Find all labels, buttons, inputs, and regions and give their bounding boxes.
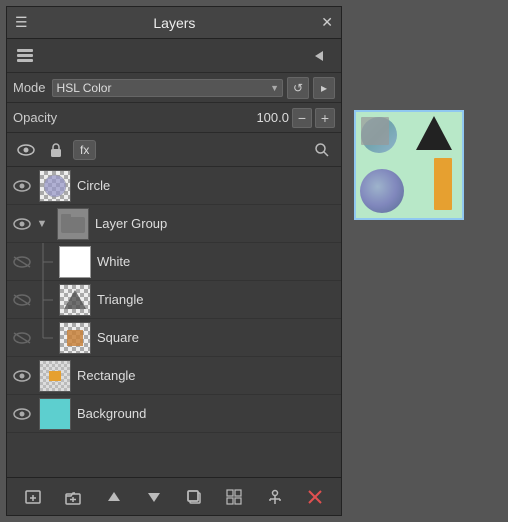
stack-icon[interactable] xyxy=(13,44,37,68)
layer-item[interactable]: Background xyxy=(7,395,341,433)
layer-name: Triangle xyxy=(97,292,337,307)
mode-reset-btn[interactable]: ↺ xyxy=(287,77,309,99)
layer-visibility-toggle[interactable] xyxy=(11,251,33,273)
layer-item[interactable]: Square xyxy=(7,319,341,357)
layer-thumbnail xyxy=(59,246,91,278)
opacity-value: 100.0 xyxy=(63,110,289,125)
mode-extra-btn[interactable]: ▸ xyxy=(313,77,335,99)
new-layer-btn[interactable] xyxy=(19,483,47,511)
mode-select[interactable]: HSL Color Normal Multiply Screen xyxy=(52,79,283,97)
move-up-btn[interactable] xyxy=(100,483,128,511)
filter-row: fx xyxy=(7,133,341,167)
collapse-icon[interactable] xyxy=(307,44,331,68)
move-down-btn[interactable] xyxy=(140,483,168,511)
layer-visibility-toggle[interactable] xyxy=(11,289,33,311)
panel-close-icon[interactable]: ✕ xyxy=(321,14,333,31)
opacity-increase-btn[interactable]: + xyxy=(315,108,335,128)
layer-item[interactable]: Circle xyxy=(7,167,341,205)
layer-item[interactable]: White xyxy=(7,243,341,281)
layers-panel: ☰ Layers ✕ Mode HSL Color Normal Multipl… xyxy=(6,6,342,516)
mode-label: Mode xyxy=(13,80,46,95)
panel-menu-icon[interactable]: ☰ xyxy=(15,14,28,31)
lock-filter-icon[interactable] xyxy=(43,137,69,163)
layer-thumbnail xyxy=(59,284,91,316)
mode-row: Mode HSL Color Normal Multiply Screen ↺ … xyxy=(7,73,341,103)
preview-content xyxy=(356,112,462,218)
layer-item[interactable]: Rectangle xyxy=(7,357,341,395)
layer-visibility-toggle[interactable] xyxy=(11,365,33,387)
new-group-btn[interactable] xyxy=(59,483,87,511)
layer-name: White xyxy=(97,254,337,269)
layer-thumbnail xyxy=(57,208,89,240)
layer-item[interactable]: ▼ Layer Group xyxy=(7,205,341,243)
layer-preview xyxy=(354,110,464,220)
layers-list: Circle ▼ Layer Group xyxy=(7,167,341,477)
opacity-decrease-btn[interactable]: − xyxy=(292,108,312,128)
layer-visibility-toggle[interactable] xyxy=(11,175,33,197)
opacity-label: Opacity xyxy=(13,110,57,125)
layer-visibility-toggle[interactable] xyxy=(11,403,33,425)
search-icon[interactable] xyxy=(309,137,335,163)
layer-thumbnail xyxy=(39,398,71,430)
view-toolbar xyxy=(7,39,341,73)
layer-thumbnail xyxy=(39,360,71,392)
layer-name: Square xyxy=(97,330,337,345)
layer-name: Layer Group xyxy=(95,216,337,231)
merge-btn[interactable] xyxy=(220,483,248,511)
layer-thumbnail xyxy=(39,170,71,202)
layer-item[interactable]: Triangle xyxy=(7,281,341,319)
panel-title: Layers xyxy=(28,15,322,31)
anchor-btn[interactable] xyxy=(261,483,289,511)
fx-filter-btn[interactable]: fx xyxy=(73,140,96,160)
layer-visibility-toggle[interactable] xyxy=(11,327,33,349)
bottom-toolbar xyxy=(7,477,341,515)
panel-header: ☰ Layers ✕ xyxy=(7,7,341,39)
opacity-row: Opacity 100.0 − + xyxy=(7,103,341,133)
layer-name: Circle xyxy=(77,178,337,193)
layer-name: Rectangle xyxy=(77,368,337,383)
layer-name: Background xyxy=(77,406,337,421)
layer-visibility-toggle[interactable] xyxy=(11,213,33,235)
layer-expand-toggle[interactable]: ▼ xyxy=(33,213,51,235)
duplicate-btn[interactable] xyxy=(180,483,208,511)
delete-btn[interactable] xyxy=(301,483,329,511)
visibility-filter-icon[interactable] xyxy=(13,137,39,163)
layer-thumbnail xyxy=(59,322,91,354)
mode-select-wrap: HSL Color Normal Multiply Screen xyxy=(52,79,283,97)
